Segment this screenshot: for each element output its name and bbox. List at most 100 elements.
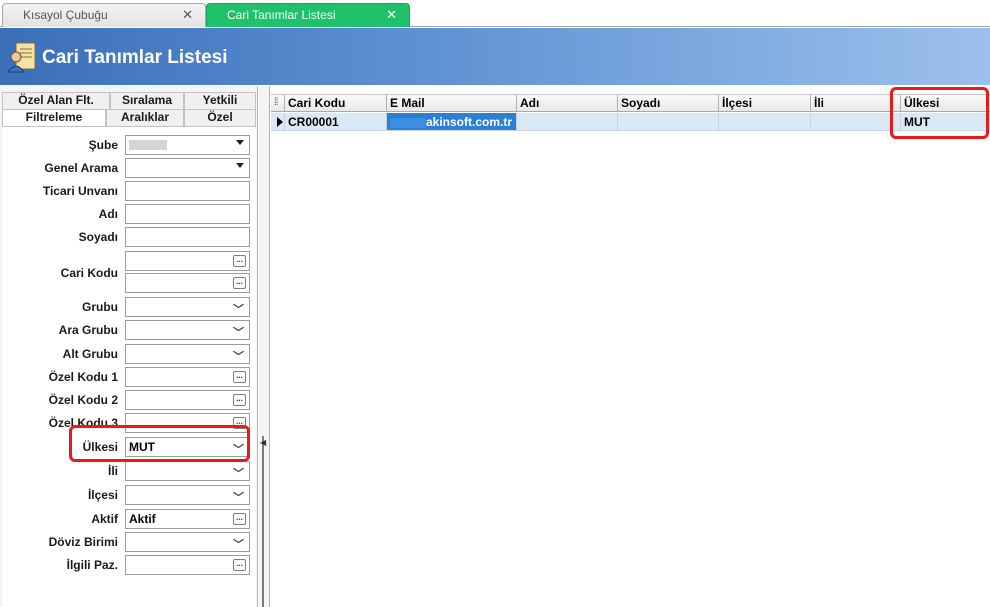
- chevron-down-icon: ﹀: [233, 492, 244, 504]
- panel-tabs-row-1: Özel Alan Flt. Sıralama Yetkili: [2, 92, 256, 109]
- panel-tabs-row-2: Filtreleme Aralıklar Özel: [2, 109, 256, 126]
- label-grubu: Grubu: [82, 300, 118, 314]
- splitter-handle[interactable]: [262, 436, 264, 607]
- ellipsis-button[interactable]: ...: [233, 559, 246, 571]
- tab-araliklar[interactable]: Aralıklar: [106, 109, 184, 126]
- cell-ilcesi[interactable]: [718, 113, 810, 130]
- ulkesi-value: MUT: [129, 440, 155, 454]
- label-ozel-kodu-1: Özel Kodu 1: [48, 370, 118, 384]
- cari-kodu-from-input[interactable]: ...: [125, 251, 250, 271]
- label-ilgili-paz: İlgili Paz.: [66, 558, 118, 572]
- tab-filtreleme[interactable]: Filtreleme: [2, 109, 106, 126]
- collapse-left-icon[interactable]: ◀: [260, 438, 266, 447]
- chevron-down-icon: ﹀: [233, 304, 244, 316]
- ellipsis-button[interactable]: ...: [233, 513, 246, 525]
- label-ulkesi: Ülkesi: [82, 440, 118, 454]
- redacted-email-prefix: [390, 117, 426, 128]
- chevron-down-icon: ﹀: [233, 468, 244, 480]
- label-doviz-birimi: Döviz Birimi: [48, 535, 118, 549]
- column-header-email[interactable]: E Mail: [386, 95, 516, 112]
- tab-label: Kısayol Çubuğu: [23, 8, 108, 22]
- label-alt-grubu: Alt Grubu: [62, 347, 118, 361]
- label-aktif: Aktif: [91, 512, 118, 526]
- cari-kodu-to-input[interactable]: ...: [125, 273, 250, 293]
- alt-grubu-dropdown[interactable]: ﹀: [125, 344, 250, 364]
- dropdown-arrow-icon: [236, 140, 244, 145]
- label-ozel-kodu-3: Özel Kodu 3: [48, 416, 118, 430]
- chevron-down-icon: ﹀: [233, 351, 244, 363]
- grid-column-chooser-icon[interactable]: ⁞⁞: [274, 97, 278, 108]
- ilgili-paz-input[interactable]: ...: [125, 555, 250, 575]
- label-ara-grubu: Ara Grubu: [58, 323, 118, 337]
- ellipsis-button[interactable]: ...: [233, 277, 246, 289]
- close-icon[interactable]: ✕: [182, 7, 193, 23]
- chevron-down-icon: ﹀: [233, 444, 244, 456]
- tab-cari-tanimlar-listesi[interactable]: Cari Tanımlar Listesi ✕: [206, 3, 410, 27]
- ellipsis-button[interactable]: ...: [233, 394, 246, 406]
- tab-kisayol-cubugu[interactable]: Kısayol Çubuğu ✕: [2, 3, 206, 27]
- row-indicator-icon: [277, 117, 283, 127]
- grid-header: ⁞⁞ Cari Kodu E Mail Adı Soyadı İlçesi İl…: [271, 94, 990, 112]
- cell-ulkesi[interactable]: MUT: [900, 113, 990, 130]
- column-header-ilcesi[interactable]: İlçesi: [718, 95, 810, 112]
- soyadi-input[interactable]: [125, 227, 250, 247]
- tab-siralama[interactable]: Sıralama: [110, 92, 184, 109]
- label-ticari-unvani: Ticari Unvanı: [42, 184, 118, 198]
- document-tab-strip: Kısayol Çubuğu ✕ Cari Tanımlar Listesi ✕: [0, 0, 990, 27]
- sube-dropdown[interactable]: [125, 135, 250, 155]
- cell-ili[interactable]: [810, 113, 900, 130]
- column-header-soyadi[interactable]: Soyadı: [617, 95, 718, 112]
- ozel-kodu-2-input[interactable]: ...: [125, 390, 250, 410]
- label-ilcesi: İlçesi: [87, 488, 118, 502]
- cell-email[interactable]: akinsoft.com.tr: [386, 113, 516, 130]
- tab-ozel-alan-flt[interactable]: Özel Alan Flt.: [2, 92, 110, 109]
- adi-input[interactable]: [125, 204, 250, 224]
- tab-ozel[interactable]: Özel: [184, 109, 256, 126]
- table-row[interactable]: CR00001 akinsoft.com.tr MUT: [271, 113, 990, 131]
- column-header-cari-kodu[interactable]: Cari Kodu: [284, 95, 386, 112]
- tab-label: Cari Tanımlar Listesi: [227, 8, 336, 22]
- chevron-down-icon: ﹀: [233, 327, 244, 339]
- ticari-unvani-input[interactable]: [125, 181, 250, 201]
- filter-form: Şube Genel Arama Ticari Unvanı Adı Soyad…: [2, 126, 256, 607]
- doviz-birimi-dropdown[interactable]: ﹀: [125, 532, 250, 552]
- ulkesi-dropdown[interactable]: MUT ﹀: [125, 437, 250, 457]
- aktif-value: Aktif: [129, 512, 156, 526]
- ellipsis-button[interactable]: ...: [233, 255, 246, 267]
- page-header: Cari Tanımlar Listesi: [0, 28, 990, 85]
- cell-cari-kodu[interactable]: CR00001: [284, 113, 386, 130]
- label-cari-kodu: Cari Kodu: [60, 266, 118, 280]
- cell-email-domain: akinsoft.com.tr: [426, 115, 513, 129]
- label-ili: İli: [107, 464, 118, 478]
- ellipsis-button[interactable]: ...: [233, 371, 246, 383]
- tab-yetkili[interactable]: Yetkili: [184, 92, 256, 109]
- page-title: Cari Tanımlar Listesi: [42, 47, 228, 68]
- panel-splitter[interactable]: ◀: [259, 86, 270, 607]
- contacts-list-icon: [7, 42, 36, 73]
- label-sube: Şube: [88, 138, 118, 152]
- label-adi: Adı: [98, 207, 118, 221]
- filter-panel: Özel Alan Flt. Sıralama Yetkili Filtrele…: [0, 86, 258, 607]
- label-ozel-kodu-2: Özel Kodu 2: [48, 393, 118, 407]
- genel-arama-dropdown[interactable]: [125, 158, 250, 178]
- grubu-dropdown[interactable]: ﹀: [125, 297, 250, 317]
- cell-soyadi[interactable]: [617, 113, 718, 130]
- ellipsis-button[interactable]: ...: [233, 417, 246, 429]
- ilcesi-dropdown[interactable]: ﹀: [125, 485, 250, 505]
- ara-grubu-dropdown[interactable]: ﹀: [125, 320, 250, 340]
- cari-list-grid: ⁞⁞ Cari Kodu E Mail Adı Soyadı İlçesi İl…: [271, 86, 990, 607]
- chevron-down-icon: ﹀: [233, 539, 244, 551]
- label-genel-arama: Genel Arama: [44, 161, 118, 175]
- aktif-input[interactable]: Aktif ...: [125, 509, 250, 529]
- ozel-kodu-3-input[interactable]: ...: [125, 413, 250, 433]
- column-header-ili[interactable]: İli: [810, 95, 900, 112]
- sube-value: [129, 140, 167, 150]
- dropdown-arrow-icon: [236, 163, 244, 168]
- ozel-kodu-1-input[interactable]: ...: [125, 367, 250, 387]
- column-header-adi[interactable]: Adı: [516, 95, 617, 112]
- cell-adi[interactable]: [516, 113, 617, 130]
- close-icon[interactable]: ✕: [386, 7, 397, 23]
- label-soyadi: Soyadı: [78, 230, 118, 244]
- column-header-ulkesi[interactable]: Ülkesi: [900, 95, 990, 112]
- ili-dropdown[interactable]: ﹀: [125, 461, 250, 481]
